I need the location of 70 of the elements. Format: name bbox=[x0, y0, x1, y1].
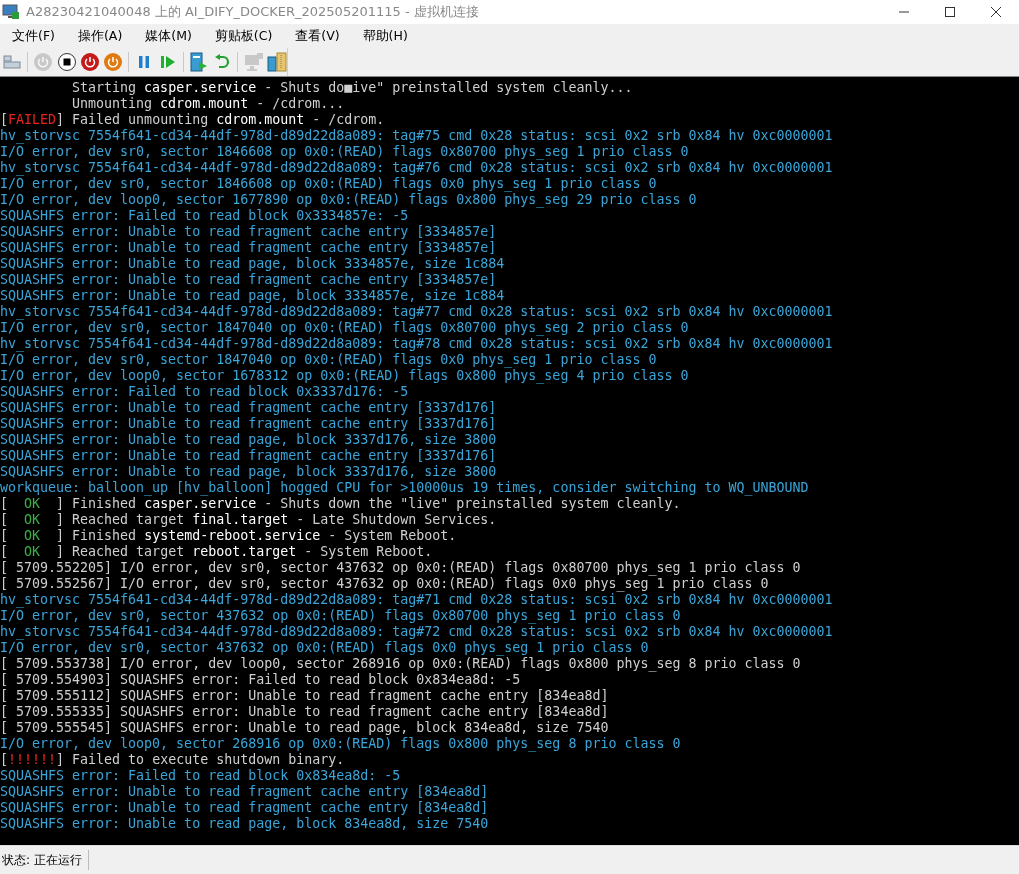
console-line: [ 5709.555335] SQUASHFS error: Unable to read fragment cache entry [834ea8d] bbox=[0, 704, 610, 720]
menu-item[interactable]: 查看(V) bbox=[287, 27, 348, 45]
console-line: SQUASHFS error: Unable to read page, block 3337d176, size 3800 bbox=[0, 432, 498, 448]
console-line: [ 5709.555545] SQUASHFS error: Unable to read page, block 834ea8d, size 7540 bbox=[0, 720, 610, 736]
monitor-icon bbox=[2, 4, 20, 20]
toolbar-button[interactable] bbox=[56, 51, 77, 73]
play-icon bbox=[159, 55, 176, 69]
console-line: SQUASHFS error: Unable to read page, block 3334857e, size 1c884 bbox=[0, 288, 506, 304]
console-line: SQUASHFS error: Failed to read block 0x834ea8d: -5 bbox=[0, 768, 402, 784]
console-line: SQUASHFS error: Unable to read fragment cache entry [3334857e] bbox=[0, 272, 498, 288]
console-line: I/O error, dev sr0, sector 437632 op 0x0:(READ) flags 0x0 phys_seg 1 prio class 0 bbox=[0, 640, 650, 656]
console-line: SQUASHFS error: Failed to read block 0x3334857e: -5 bbox=[0, 208, 410, 224]
keyboard-icon bbox=[3, 55, 22, 69]
console-line: SQUASHFS error: Unable to read fragment cache entry [834ea8d] bbox=[0, 800, 490, 816]
folder-icon bbox=[266, 52, 287, 72]
console-line: I/O error, dev loop0, sector 1677890 op 0x0:(READ) flags 0x800 phys_seg 29 prio class 0 bbox=[0, 192, 698, 208]
console-line: [ 5709.554903] SQUASHFS error: Failed to read block 0x834ea8d: -5 bbox=[0, 672, 522, 688]
console-line: I/O error, dev sr0, sector 1846608 op 0x0:(READ) flags 0x0 phys_seg 1 prio class 0 bbox=[0, 176, 658, 192]
console-line: hv_storvsc 7554f641-cd34-44df-978d-d89d22d8a089: tag#72 cmd 0x28 status: scsi 0x2 srb 0x84 hv 0xc0000001 bbox=[0, 624, 834, 640]
console-line: SQUASHFS error: Failed to read block 0x3337d176: -5 bbox=[0, 384, 410, 400]
menu-item[interactable]: 剪贴板(C) bbox=[206, 27, 281, 45]
console-line: [!!!!!!] Failed to execute shutdown binary. bbox=[0, 752, 346, 768]
console-line: hv_storvsc 7554f641-cd34-44df-978d-d89d22d8a089: tag#78 cmd 0x28 status: scsi 0x2 srb 0x84 hv 0xc0000001 bbox=[0, 336, 834, 352]
console-line: I/O error, dev loop0, sector 268916 op 0x0:(READ) flags 0x800 phys_seg 8 prio class 0 bbox=[0, 736, 682, 752]
console-line: hv_storvsc 7554f641-cd34-44df-978d-d89d22d8a089: tag#77 cmd 0x28 status: scsi 0x2 srb 0x84 hv 0xc0000001 bbox=[0, 304, 834, 320]
power-icon bbox=[103, 52, 124, 72]
console-line: workqueue: balloon_up [hv_balloon] hogged CPU for >10000us 19 times, consider switching to WQ_UNBOUND bbox=[0, 480, 810, 496]
undo-icon bbox=[214, 53, 231, 71]
console-line: I/O error, dev sr0, sector 1846608 op 0x0:(READ) flags 0x80700 phys_seg 1 prio class 0 bbox=[0, 144, 690, 160]
console-line: [ OK ] Finished systemd-reboot.service - System Reboot. bbox=[0, 528, 458, 544]
maximize-icon bbox=[945, 7, 955, 17]
console-line: [ 5709.555112] SQUASHFS error: Unable to read fragment cache entry [834ea8d] bbox=[0, 688, 610, 704]
console-line: Starting casper.service - Shuts do■ive" preinstalled system cleanly... bbox=[71, 80, 634, 96]
menu-item[interactable]: 操作(A) bbox=[69, 27, 131, 45]
console-line: SQUASHFS error: Unable to read fragment cache entry [3337d176] bbox=[0, 448, 498, 464]
menu-item[interactable]: 媒体(M) bbox=[137, 27, 200, 45]
power-icon bbox=[33, 52, 54, 72]
console-line: SQUASHFS error: Unable to read fragment cache entry [3337d176] bbox=[0, 416, 498, 432]
console-line: Unmounting cdrom.mount - /cdrom... bbox=[71, 96, 346, 112]
console-line: I/O error, dev loop0, sector 1678312 op 0x0:(READ) flags 0x800 phys_seg 4 prio class 0 bbox=[0, 368, 690, 384]
console-line: hv_storvsc 7554f641-cd34-44df-978d-d89d22d8a089: tag#71 cmd 0x28 status: scsi 0x2 srb 0x84 hv 0xc0000001 bbox=[0, 592, 834, 608]
server-icon bbox=[190, 52, 208, 72]
menu-item[interactable]: 文件(F) bbox=[4, 27, 63, 45]
window-title: A28230421040048 上的 AI_DIFY_DOCKER_202505201115 - 虚拟机连接 bbox=[26, 3, 480, 21]
console-line: [ 5709.552567] I/O error, dev sr0, sector 437632 op 0x0:(READ) flags 0x0 phys_seg 1 prio class 0 bbox=[0, 576, 770, 592]
console-line: [FAILED] Failed unmounting cdrom.mount - /cdrom. bbox=[0, 112, 386, 128]
console-line: hv_storvsc 7554f641-cd34-44df-978d-d89d22d8a089: tag#76 cmd 0x28 status: scsi 0x2 srb 0x84 hv 0xc0000001 bbox=[0, 160, 834, 176]
monitor-icon bbox=[243, 52, 264, 72]
console-line: SQUASHFS error: Unable to read fragment cache entry [3334857e] bbox=[0, 240, 498, 256]
console-line: [ OK ] Finished casper.service - Shuts down the "live" preinstalled system cleanly. bbox=[0, 496, 682, 512]
stop-icon bbox=[56, 52, 77, 72]
console-line: SQUASHFS error: Unable to read fragment cache entry [3337d176] bbox=[0, 400, 498, 416]
console-line: SQUASHFS error: Unable to read fragment cache entry [3334857e] bbox=[0, 224, 498, 240]
status-text: 状态: 正在运行 bbox=[0, 850, 89, 870]
console-line: SQUASHFS error: Unable to read fragment cache entry [834ea8d] bbox=[0, 784, 490, 800]
console-line: I/O error, dev sr0, sector 1847040 op 0x0:(READ) flags 0x0 phys_seg 1 prio class 0 bbox=[0, 352, 658, 368]
pause-icon bbox=[137, 55, 152, 69]
console-line: [ OK ] Reached target final.target - Late Shutdown Services. bbox=[0, 512, 498, 528]
console-line: [ 5709.553738] I/O error, dev loop0, sector 268916 op 0x0:(READ) flags 0x800 phys_seg 8 prio class 0 bbox=[0, 656, 802, 672]
menu-item[interactable]: 帮助(H) bbox=[354, 27, 416, 45]
console-line: SQUASHFS error: Unable to read page, block 3334857e, size 1c884 bbox=[0, 256, 506, 272]
power-icon bbox=[79, 52, 100, 72]
console-line: [ OK ] Reached target reboot.target - System Reboot. bbox=[0, 544, 434, 560]
console-line: hv_storvsc 7554f641-cd34-44df-978d-d89d22d8a089: tag#75 cmd 0x28 status: scsi 0x2 srb 0x84 hv 0xc0000001 bbox=[0, 128, 834, 144]
console-line: SQUASHFS error: Unable to read page, block 834ea8d, size 7540 bbox=[0, 816, 490, 832]
console-line: [ 5709.552205] I/O error, dev sr0, sector 437632 op 0x0:(READ) flags 0x80700 phys_seg 1 prio class 0 bbox=[0, 560, 802, 576]
console-line: SQUASHFS error: Unable to read page, block 3337d176, size 3800 bbox=[0, 464, 498, 480]
console-line: I/O error, dev sr0, sector 437632 op 0x0:(READ) flags 0x80700 phys_seg 1 prio class 0 bbox=[0, 608, 682, 624]
close-icon bbox=[991, 7, 1001, 17]
console-line: I/O error, dev sr0, sector 1847040 op 0x0:(READ) flags 0x80700 phys_seg 2 prio class 0 bbox=[0, 320, 690, 336]
